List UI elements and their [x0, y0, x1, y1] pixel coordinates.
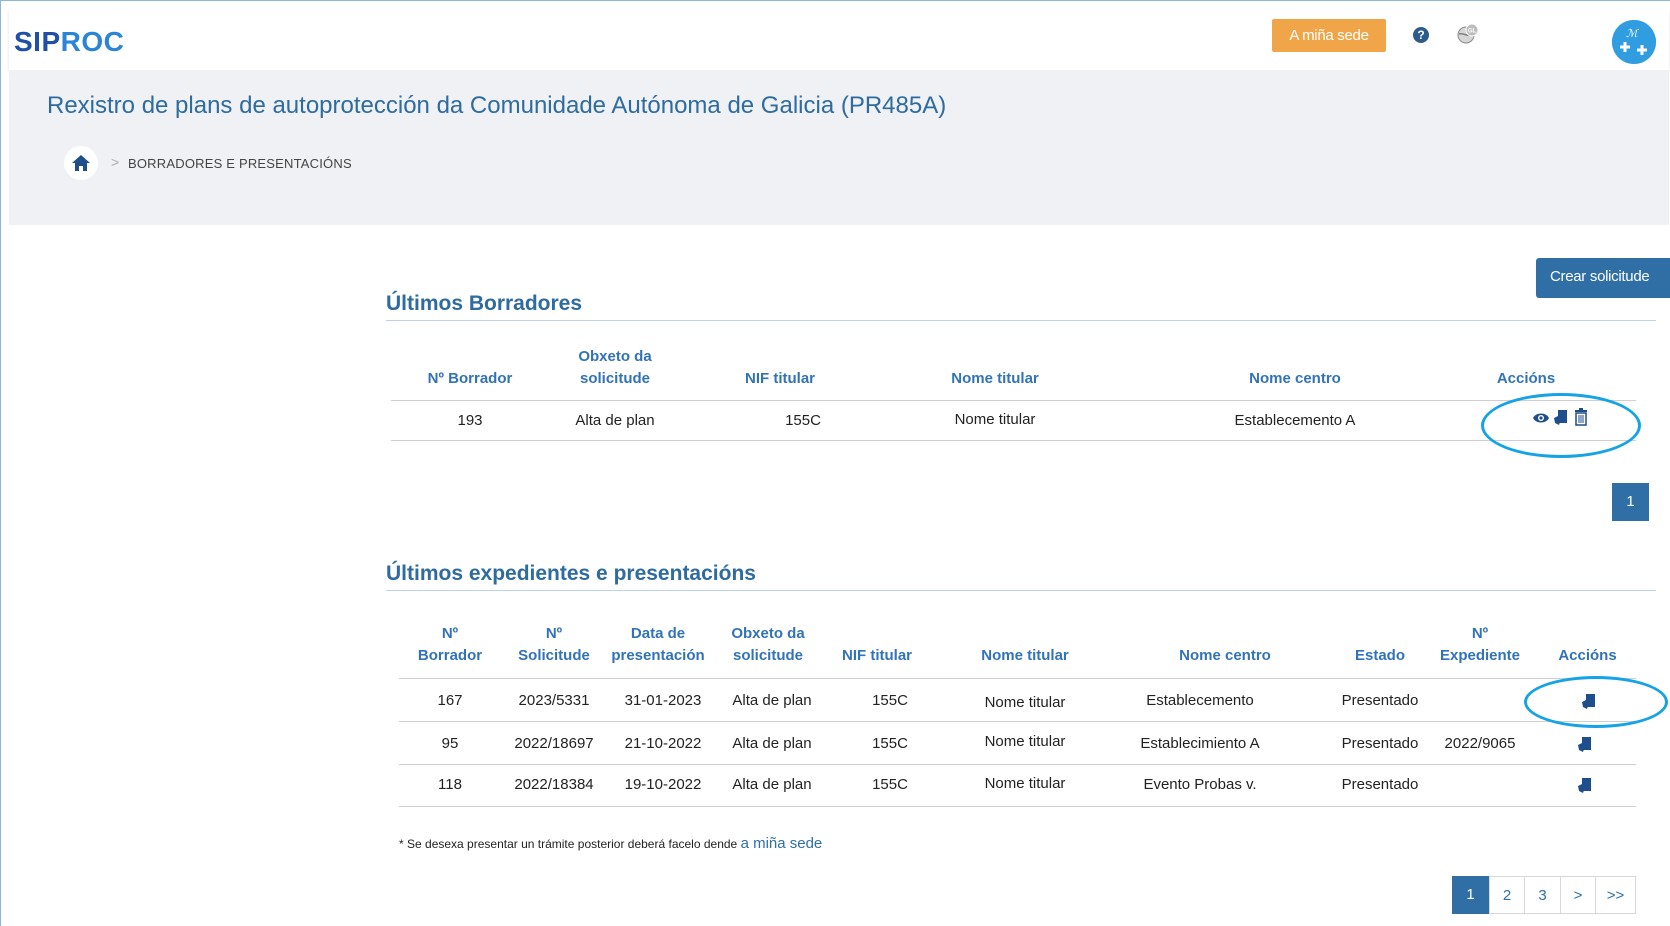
col-header-borrador-line1: Nº [441, 625, 459, 642]
page-3-button[interactable]: 3 [1524, 876, 1561, 914]
highlight-oval-drafts-actions [1481, 393, 1641, 458]
cell-centro: Establecimiento A [1140, 735, 1260, 752]
col-header-obxeto-line2: solicitude [732, 647, 803, 664]
logo-part-roc: ROC [60, 26, 125, 57]
help-icon[interactable]: ? [1413, 27, 1429, 43]
col-header-expediente-line1: Nº [1471, 625, 1489, 642]
siproc-logo[interactable]: SIPROC [14, 26, 124, 58]
cell-nif: 155C [872, 735, 908, 752]
cell-data: 31-01-2023 [624, 692, 702, 709]
cell-centro: Establecemento A [1234, 412, 1356, 429]
col-header-nif[interactable]: NIF titular [827, 645, 927, 667]
cell-solicitude: 2023/5331 [518, 692, 590, 709]
header-divider [391, 400, 1636, 401]
cell-nif: 155C [872, 776, 908, 793]
col-header-nome[interactable]: Nome titular [910, 368, 1080, 390]
cell-borrador: 167 [437, 692, 463, 709]
last-page-button[interactable]: >> [1595, 876, 1636, 914]
cell-centro: Evento Probas v. [1143, 776, 1257, 793]
home-icon [72, 155, 90, 171]
cell-nome: Nome titular [954, 411, 1036, 428]
col-header-borrador[interactable]: Nº Borrador [410, 368, 530, 390]
col-header-nif[interactable]: NIF titular [720, 368, 840, 390]
highlight-oval-files-actions [1524, 676, 1668, 728]
col-header-accions: Accións [1496, 370, 1556, 387]
row-divider [399, 721, 1636, 722]
cell-nome: Nome titular [984, 775, 1066, 792]
row-divider [399, 806, 1636, 807]
cell-nif: 155C [785, 412, 821, 429]
col-header-data-line2: presentación [611, 647, 705, 664]
my-sede-button[interactable]: A miña sede [1272, 19, 1386, 52]
cell-nome: Nome titular [984, 694, 1066, 711]
cell-nome: Nome titular [984, 733, 1066, 750]
col-header-nome[interactable]: Nome titular [960, 645, 1090, 667]
col-header-centro[interactable]: Nome centro [1210, 368, 1380, 390]
col-header-data[interactable]: Data de presentación [603, 623, 713, 667]
breadcrumb-current: BORRADORES E PRESENTACIÓNS [128, 156, 352, 171]
col-header-obxeto-line1: Obxeto da [578, 348, 652, 365]
col-header-expediente-line2: Expediente [1439, 647, 1521, 664]
col-header-expediente[interactable]: Nº Expediente [1430, 623, 1530, 667]
cell-expediente[interactable]: 2022/9065 [1430, 735, 1530, 752]
drafts-section-rule [386, 320, 1656, 321]
cell-borrador: 95 [441, 735, 459, 752]
cell-solicitude: 2022/18697 [514, 735, 594, 752]
logo-part-sip: SIP [14, 26, 61, 57]
submit-document-icon[interactable] [1577, 736, 1593, 754]
submit-document-icon[interactable] [1577, 777, 1593, 795]
col-header-accions: Accións [1558, 647, 1617, 664]
files-section-title: Últimos expedientes e presentacións [386, 562, 756, 585]
col-header-centro[interactable]: Nome centro [1155, 645, 1295, 667]
col-header-solicitude-line1: Nº [545, 625, 563, 642]
col-header-borrador-line2: Borrador [417, 647, 483, 664]
cell-obxeto: Alta de plan [732, 692, 812, 709]
language-globe-icon[interactable]: GL [1456, 22, 1480, 46]
breadcrumb-home-button[interactable] [64, 146, 98, 180]
cell-nif: 155C [872, 692, 908, 709]
cell-obxeto: Alta de plan [732, 735, 812, 752]
cell-estado: Presentado [1341, 776, 1419, 793]
create-request-button[interactable]: Crear solicitude [1536, 258, 1670, 298]
cell-solicitude: 2022/18384 [514, 776, 594, 793]
cell-obxeto: Alta de plan [575, 412, 655, 429]
col-header-data-line1: Data de [630, 625, 686, 642]
avatar-graphic: ℳ [1612, 20, 1656, 64]
cell-data: 19-10-2022 [624, 776, 702, 793]
cell-estado: Presentado [1341, 735, 1419, 752]
cell-borrador: 118 [438, 776, 462, 793]
my-sede-link[interactable]: a miña sede [741, 835, 823, 852]
row-divider [399, 764, 1636, 765]
footnote: * Se desexa presentar un trámite posteri… [399, 835, 822, 852]
col-header-obxeto-line1: Obxeto da [731, 625, 805, 642]
cell-obxeto: Alta de plan [732, 776, 812, 793]
col-header-solicitude[interactable]: Nº Solicitude [509, 623, 599, 667]
svg-text:GL: GL [1468, 29, 1477, 35]
col-header-obxeto[interactable]: Obxeto da solicitude [555, 346, 675, 390]
files-section-rule [386, 590, 1656, 591]
page-2-button[interactable]: 2 [1489, 876, 1525, 914]
footnote-text: * Se desexa presentar un trámite posteri… [399, 837, 738, 851]
drafts-page-1[interactable]: 1 [1612, 483, 1649, 521]
breadcrumb-separator: > [111, 154, 120, 170]
user-avatar-icon[interactable]: ℳ [1612, 20, 1656, 64]
cell-centro: Establecemento [1146, 692, 1254, 709]
cell-borrador: 193 [457, 412, 483, 429]
col-header-obxeto-line2: solicitude [579, 370, 650, 387]
page-1-button[interactable]: 1 [1452, 876, 1489, 914]
drafts-section-title: Últimos Borradores [386, 292, 583, 315]
col-header-solicitude-line2: Solicitude [518, 647, 590, 664]
cell-data: 21-10-2022 [624, 735, 702, 752]
page-title: Rexistro de plans de autoprotección da C… [47, 92, 947, 119]
col-header-obxeto[interactable]: Obxeto da solicitude [718, 623, 818, 667]
col-header-estado[interactable]: Estado [1335, 645, 1425, 667]
header-divider [399, 678, 1636, 679]
cell-estado: Presentado [1341, 692, 1419, 709]
next-page-button[interactable]: > [1560, 876, 1596, 914]
col-header-borrador[interactable]: Nº Borrador [410, 623, 490, 667]
row-divider [391, 440, 1636, 441]
